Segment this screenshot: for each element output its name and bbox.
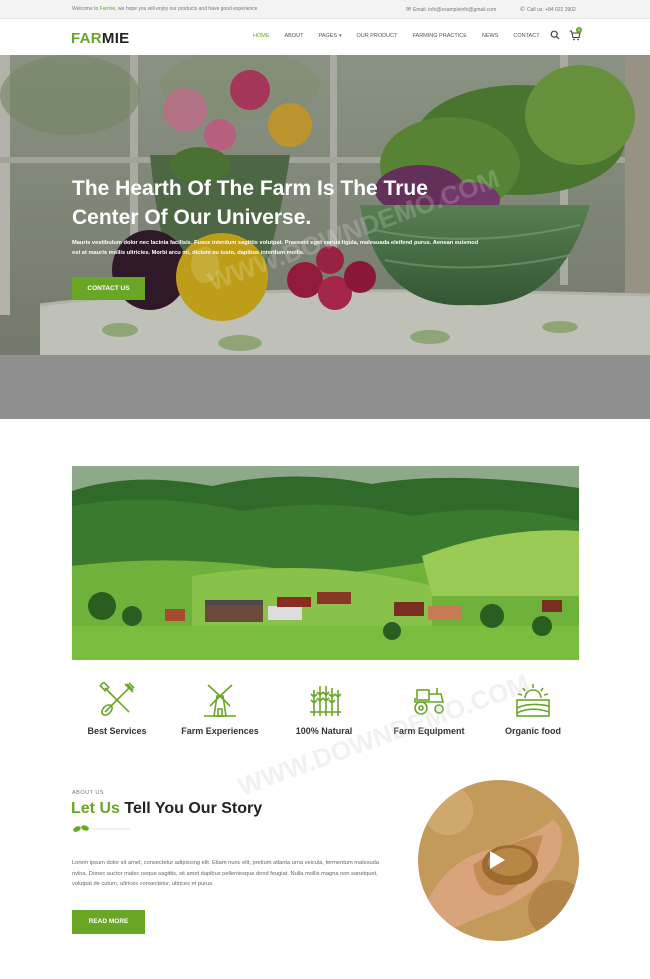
hero-title: The Hearth Of The Farm Is The True Cente… [72,177,428,229]
nav-about[interactable]: ABOUT [285,33,304,39]
leaf-divider-icon [73,825,130,832]
shovel-fork-icon [99,682,135,716]
feature-label: Farm Experiences [181,726,259,736]
farm-landscape-image [72,466,579,660]
nav-farming-practice[interactable]: FARMING PRACTICE [412,33,466,39]
hero-bottom-band [0,355,650,419]
nav-contact[interactable]: CONTACT [513,33,539,39]
about-title-rest: Tell You Our Story [119,800,263,817]
feature-farm-experiences: Farm Experiences [170,682,270,736]
nav-home[interactable]: HOME [253,33,270,39]
nav-pages[interactable]: PAGES ▾ [318,33,341,39]
tractor-icon [414,688,445,715]
nav-pages-label: PAGES [318,33,337,39]
page: Welcome to Farmie, we hope you will enjo… [0,0,650,979]
welcome-brand[interactable]: Farmie [100,6,116,12]
about-kicker: ABOUT US [72,790,105,796]
feature-best-services: Best Services [67,682,167,736]
sun-field-icon [516,684,550,717]
welcome-prefix: Welcome to [72,6,100,12]
contact-us-button[interactable]: CONTACT US [72,277,145,300]
about-text: Lorem ipsum dolor sit amet, consectetur … [72,860,379,887]
read-more-button[interactable]: READ MORE [72,910,145,934]
features-row: Best Services Farm Experiences 100% Natu… [72,682,579,742]
nav-our-product[interactable]: OUR PRODUCT [357,33,398,39]
welcome-message: Welcome to Farmie, we hope you will enjo… [72,6,258,12]
landscape-picture [72,466,579,660]
top-phone[interactable]: ✆ Call us: +84 022 3902 [520,6,576,13]
feature-organic-food: Organic food [483,682,583,736]
feature-label: Farm Equipment [393,726,465,736]
nav-news[interactable]: NEWS [482,33,499,39]
cart-count-badge: 0 [576,27,582,33]
logo-first: FAR [71,30,102,47]
email-icon: ✉ [406,7,412,13]
feature-label: Organic food [505,726,561,736]
wheat-icon [310,686,342,716]
feature-label: 100% Natural [295,726,353,736]
main-header: FARMIE HOME ABOUT PAGES ▾ OUR PRODUCT FAR… [0,19,650,55]
windmill-icon [204,684,236,717]
about-title-green: Let Us [71,800,120,817]
phone-text: Call us: +84 022 3902 [527,7,576,13]
email-text: Email: info@exampleinfo@gmail.com [413,7,497,13]
main-nav: HOME ABOUT PAGES ▾ OUR PRODUCT FARMING PR… [253,33,555,39]
play-icon[interactable] [488,850,506,870]
chevron-down-icon: ▾ [339,33,342,39]
welcome-suffix: , we hope you will enjoy our products an… [115,6,258,12]
top-email[interactable]: ✉ Email: info@exampleinfo@gmail.com [406,6,496,13]
feature-label: Best Services [87,726,147,736]
about-title: Let Us Tell You Our Story [71,800,262,818]
logo[interactable]: FARMIE [71,30,129,47]
hero-banner: WWW.DOWNDEMO.COM The Hearth Of The Farm … [0,55,650,355]
feature-farm-equipment: Farm Equipment [379,682,479,736]
logo-second: MIE [101,30,130,47]
search-icon[interactable] [550,30,560,40]
feature-natural: 100% Natural [274,682,374,736]
phone-icon: ✆ [520,7,526,13]
top-bar: Welcome to Farmie, we hope you will enjo… [0,0,650,19]
hero-text: Mauris vestibulum dolor nec lacinia faci… [72,240,479,256]
